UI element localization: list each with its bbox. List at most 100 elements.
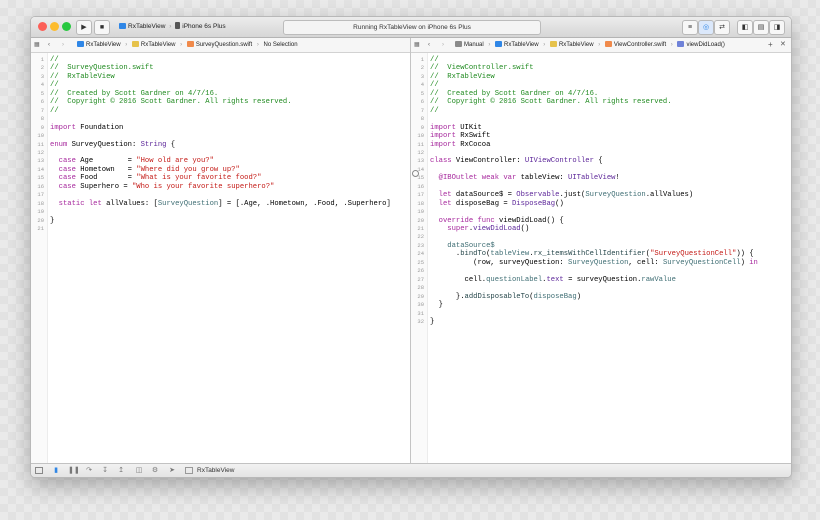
close-window-button[interactable] [38,22,47,31]
line-number: 17 [417,191,424,199]
code-token: } [430,301,443,310]
code-token: // SurveyQuestion.swift [50,64,154,73]
code-token: // [430,81,439,90]
assistant-editor-button[interactable]: ◎ [698,20,714,35]
code-text: // [50,81,59,89]
code-token: SurveyQuestion [585,191,646,200]
code-token: // [430,106,439,115]
breadcrumb-group[interactable]: RxTableView [559,42,594,48]
code-token: // Copyright © 2016 Scott Gardner. All r… [430,98,672,107]
toolbar: ▶ ■ RxTableView › iPhone 6s Plus Running… [31,17,791,38]
code-token: ] = [.Age, .Hometown, .Food, .Superhero] [218,199,391,208]
related-items-icon[interactable]: ▦ [414,38,420,52]
line-number: 14 [417,165,424,173]
right-jump-bar: ▦ ‹ › Manual › RxTableView › RxTableView… [411,38,791,53]
line-number: 30 [417,301,424,309]
line-number: 10 [417,132,424,140]
code-token: "What is your favorite food?" [136,174,262,183]
folder-icon [549,41,557,47]
add-editor-icon[interactable]: + [768,38,773,52]
code-text: // RxTableView [430,73,495,81]
code-token: "SurveyQuestionCell" [650,250,737,259]
view-debugger-icon[interactable]: ◫ [135,467,143,474]
line-number: 6 [420,98,424,106]
code-token: // [50,81,59,90]
breadcrumb-project[interactable]: RxTableView [86,42,121,48]
related-items-icon[interactable]: ▦ [34,38,40,52]
line-number: 9 [40,123,44,131]
line-number: 19 [37,208,44,216]
xcode-window: ▶ ■ RxTableView › iPhone 6s Plus Running… [30,16,792,478]
line-number: 20 [37,216,44,224]
code-text: // [50,56,59,64]
assistant-mode-selector[interactable]: Manual [464,42,484,48]
pause-icon[interactable]: ❚❚ [68,467,80,474]
code-token: UIKit [455,123,482,132]
breakpoints-icon[interactable]: ▮ [52,467,60,474]
code-token: "Who is your favorite superhero?" [131,182,275,191]
code-token: SurveyQuestion [157,199,219,208]
run-button[interactable]: ▶ [76,20,92,35]
line-number: 21 [417,225,424,232]
step-out-icon[interactable]: ↥ [117,467,125,474]
code-text: // RxTableView [50,73,115,81]
code-token: in [749,258,758,267]
back-arrow-icon[interactable]: ‹ [428,38,430,52]
code-token: RxSwift [455,132,491,141]
hide-debug-area-icon[interactable] [35,467,43,474]
forward-arrow-icon[interactable]: › [442,38,444,52]
code-text: static let allValues: [SurveyQuestion] =… [50,200,391,208]
close-editor-icon[interactable]: ✕ [780,38,786,52]
breadcrumb-file[interactable]: ViewController.swift [614,42,666,48]
code-text: // [50,107,59,115]
scheme-target-label: RxTableView [128,23,166,30]
line-number: 29 [417,292,424,300]
standard-editor-button[interactable]: ≡ [682,20,698,35]
toggle-utilities-button[interactable]: ◨ [769,20,785,35]
step-into-icon[interactable]: ↧ [101,467,109,474]
right-source-editor[interactable]: 1 // 2 // ViewController.swift 3 // RxTableVi… [411,53,791,463]
breadcrumb-project[interactable]: RxTableView [504,42,539,48]
stop-button[interactable]: ■ [94,20,110,35]
zoom-window-button[interactable] [62,22,71,31]
line-number: 28 [417,284,424,292]
line-number: 1 [420,56,424,63]
breadcrumb-symbol[interactable]: No Selection [264,42,298,48]
minimize-window-button[interactable] [50,22,59,31]
code-text: cell.questionLabel.text = surveyQuestion… [430,276,676,284]
code-text: enum SurveyQuestion: String { [50,141,175,149]
line-number: 15 [417,174,424,182]
toggle-debug-area-button[interactable]: ▤ [753,20,769,35]
scheme-selector[interactable]: RxTableView › iPhone 6s Plus [119,20,226,33]
code-text: import UIKit [430,124,482,132]
step-over-icon[interactable]: ↷ [85,467,93,474]
code-token: // [50,56,59,64]
chevron-right-icon: › [488,42,491,48]
code-token: enum [50,140,68,149]
code-text: import RxSwift [430,132,490,140]
version-editor-button[interactable]: ⇄ [714,20,730,35]
breadcrumb-group[interactable]: RxTableView [141,42,176,48]
left-source-editor[interactable]: 1 // 2 // SurveyQuestion.swift 3 // RxTableVi… [31,53,410,463]
back-arrow-icon[interactable]: ‹ [48,38,50,52]
line-number: 1 [40,56,44,63]
breadcrumb-file[interactable]: SurveyQuestion.swift [196,42,252,48]
location-icon[interactable]: ➤ [168,467,176,474]
toggle-navigator-button[interactable]: ◧ [737,20,753,35]
forward-arrow-icon[interactable]: › [62,38,64,52]
code-token: SurveyQuestion [568,258,629,267]
memory-graph-icon[interactable]: ⚙ [151,467,159,474]
left-panel-icon: ◧ [741,24,749,31]
code-text: // SurveyQuestion.swift [50,64,154,72]
code-token: String [140,140,167,149]
breadcrumb-symbol[interactable]: viewDidLoad() [686,42,724,48]
process-name[interactable]: RxTableView [197,466,234,476]
code-token: SurveyQuestionCell [662,258,741,267]
code-token: import [50,123,76,132]
code-text: case Age = "How old are you?" [50,157,214,165]
code-token: Age = [75,157,137,166]
code-token: ) [740,258,750,267]
